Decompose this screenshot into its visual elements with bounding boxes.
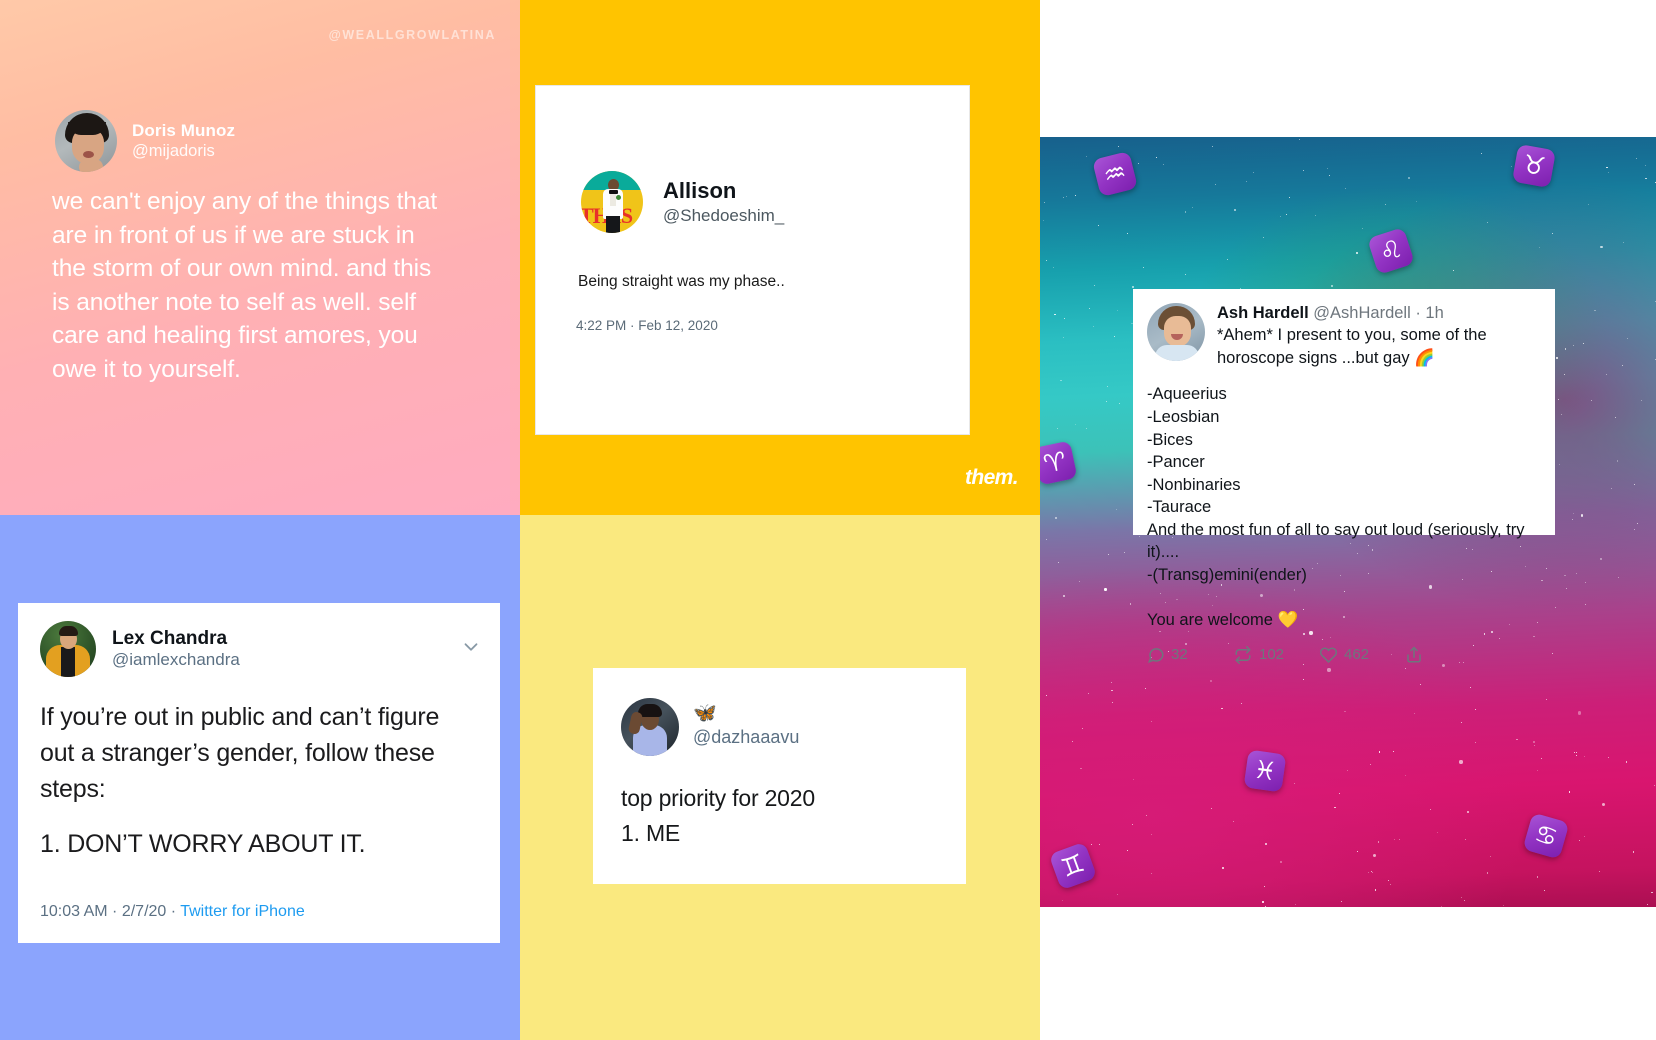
dazha-header: 🦋 @dazhaaavu <box>621 698 799 756</box>
lex-identity: Lex Chandra @iamlexchandra <box>112 627 240 671</box>
doris-tweet-text: we can't enjoy any of the things that ar… <box>52 188 438 383</box>
lex-handle: @iamlexchandra <box>112 650 240 670</box>
panel-lex-chandra: Lex Chandra @iamlexchandra If you’re out… <box>0 515 520 1040</box>
panel-ash-hardell: ♒ ♉ ♌ ♈ ♓ ♊ ♋ Ash Hardell @AshHardell · … <box>1040 137 1656 907</box>
tweet-card-ash: Ash Hardell @AshHardell · 1h *Ahem* I pr… <box>1133 289 1555 664</box>
ash-timestamp: · 1h <box>1410 304 1444 322</box>
ash-display-name: Ash Hardell <box>1217 304 1309 322</box>
doris-identity: Doris Munoz @mijadoris <box>132 121 235 162</box>
allison-timestamp: 4:22 PM · Feb 12, 2020 <box>576 318 718 333</box>
lex-tweet-meta: 10:03 AM · 2/7/20 · Twitter for iPhone <box>40 903 305 921</box>
butterfly-icon: 🦋 <box>693 703 717 725</box>
dazha-tweet-line2: 1. ME <box>621 819 681 846</box>
avatar-lex <box>40 621 96 677</box>
tweet-card-lex: Lex Chandra @iamlexchandra If you’re out… <box>18 603 500 943</box>
ash-identity: Ash Hardell @AshHardell · 1h <box>1217 303 1539 324</box>
lex-tweet-line1: If you’re out in public and can’t figure… <box>40 703 440 803</box>
retweet-action[interactable]: 102 <box>1233 645 1319 664</box>
zodiac-pisces-icon: ♓ <box>1243 749 1287 793</box>
like-action[interactable]: 462 <box>1319 646 1405 664</box>
reply-count: 32 <box>1171 646 1188 664</box>
doris-handle: @mijadoris <box>132 142 215 161</box>
tweet-card-allison: TH IS Allison @Shedoeshim_ Being straigh… <box>535 85 970 435</box>
panel-doris-munoz: @WEALLGROWLATINA Doris Munoz @mijadoris … <box>0 0 520 515</box>
reply-action[interactable]: 32 <box>1147 646 1233 664</box>
allison-header: TH IS Allison @Shedoeshim_ <box>581 171 784 233</box>
retweet-count: 102 <box>1259 646 1285 664</box>
lex-timestamp: 10:03 AM · 2/7/20 · <box>40 903 181 920</box>
doris-display-name: Doris Munoz <box>132 120 236 140</box>
ash-text-column: Ash Hardell @AshHardell · 1h *Ahem* I pr… <box>1217 303 1539 369</box>
ash-tweet-intro: *Ahem* I present to you, some of the hor… <box>1217 326 1492 367</box>
collage-canvas: @WEALLGROWLATINA Doris Munoz @mijadoris … <box>0 0 1656 1040</box>
ash-header-row: Ash Hardell @AshHardell · 1h *Ahem* I pr… <box>1147 303 1539 369</box>
zodiac-taurus-icon: ♉ <box>1511 143 1557 189</box>
share-icon <box>1405 646 1423 664</box>
allison-display-name: Allison <box>663 177 737 203</box>
tweet-card-dazha: 🦋 @dazhaaavu top priority for 2020 1. ME <box>593 668 966 884</box>
dazha-tweet-text: top priority for 2020 1. ME <box>621 781 931 850</box>
panel-dazhaaavu: 🦋 @dazhaaavu top priority for 2020 1. ME <box>520 515 1040 1040</box>
chevron-down-icon[interactable] <box>460 636 482 663</box>
allison-identity: Allison @Shedoeshim_ <box>663 177 784 228</box>
dazha-identity: 🦋 @dazhaaavu <box>693 704 799 749</box>
avatar-ash <box>1147 303 1205 361</box>
share-action[interactable] <box>1405 646 1491 664</box>
like-count: 462 <box>1344 646 1370 664</box>
dazha-handle: @dazhaaavu <box>693 727 800 748</box>
avatar-allison: TH IS <box>581 171 643 233</box>
ash-tweet-list: -Aqueerius -Leosbian -Bices -Pancer -Non… <box>1147 385 1525 630</box>
lex-header: Lex Chandra @iamlexchandra <box>40 621 482 677</box>
heart-icon <box>1319 646 1338 664</box>
retweet-icon <box>1233 645 1253 664</box>
allison-tweet-text: Being straight was my phase.. <box>578 273 785 290</box>
avatar-dazha <box>621 698 679 756</box>
lex-display-name: Lex Chandra <box>112 628 228 650</box>
avatar-doris <box>55 110 117 172</box>
weallgrowlatina-watermark: @WEALLGROWLATINA <box>328 28 496 42</box>
ash-action-bar: 32 102 462 <box>1147 645 1539 664</box>
panel-allison: TH IS Allison @Shedoeshim_ Being straigh… <box>520 0 1040 515</box>
them-logo: them. <box>964 466 1019 489</box>
lex-tweet-text: If you’re out in public and can’t figure… <box>40 699 470 862</box>
reply-icon <box>1147 646 1165 664</box>
ash-handle: @AshHardell <box>1313 304 1411 322</box>
doris-header: Doris Munoz @mijadoris <box>55 110 235 172</box>
dazha-tweet-line1: top priority for 2020 <box>621 785 815 811</box>
lex-tweet-step: 1. DON’T WORRY ABOUT IT. <box>40 830 366 858</box>
lex-source-link[interactable]: Twitter for iPhone <box>180 903 305 920</box>
allison-handle: @Shedoeshim_ <box>663 206 785 226</box>
